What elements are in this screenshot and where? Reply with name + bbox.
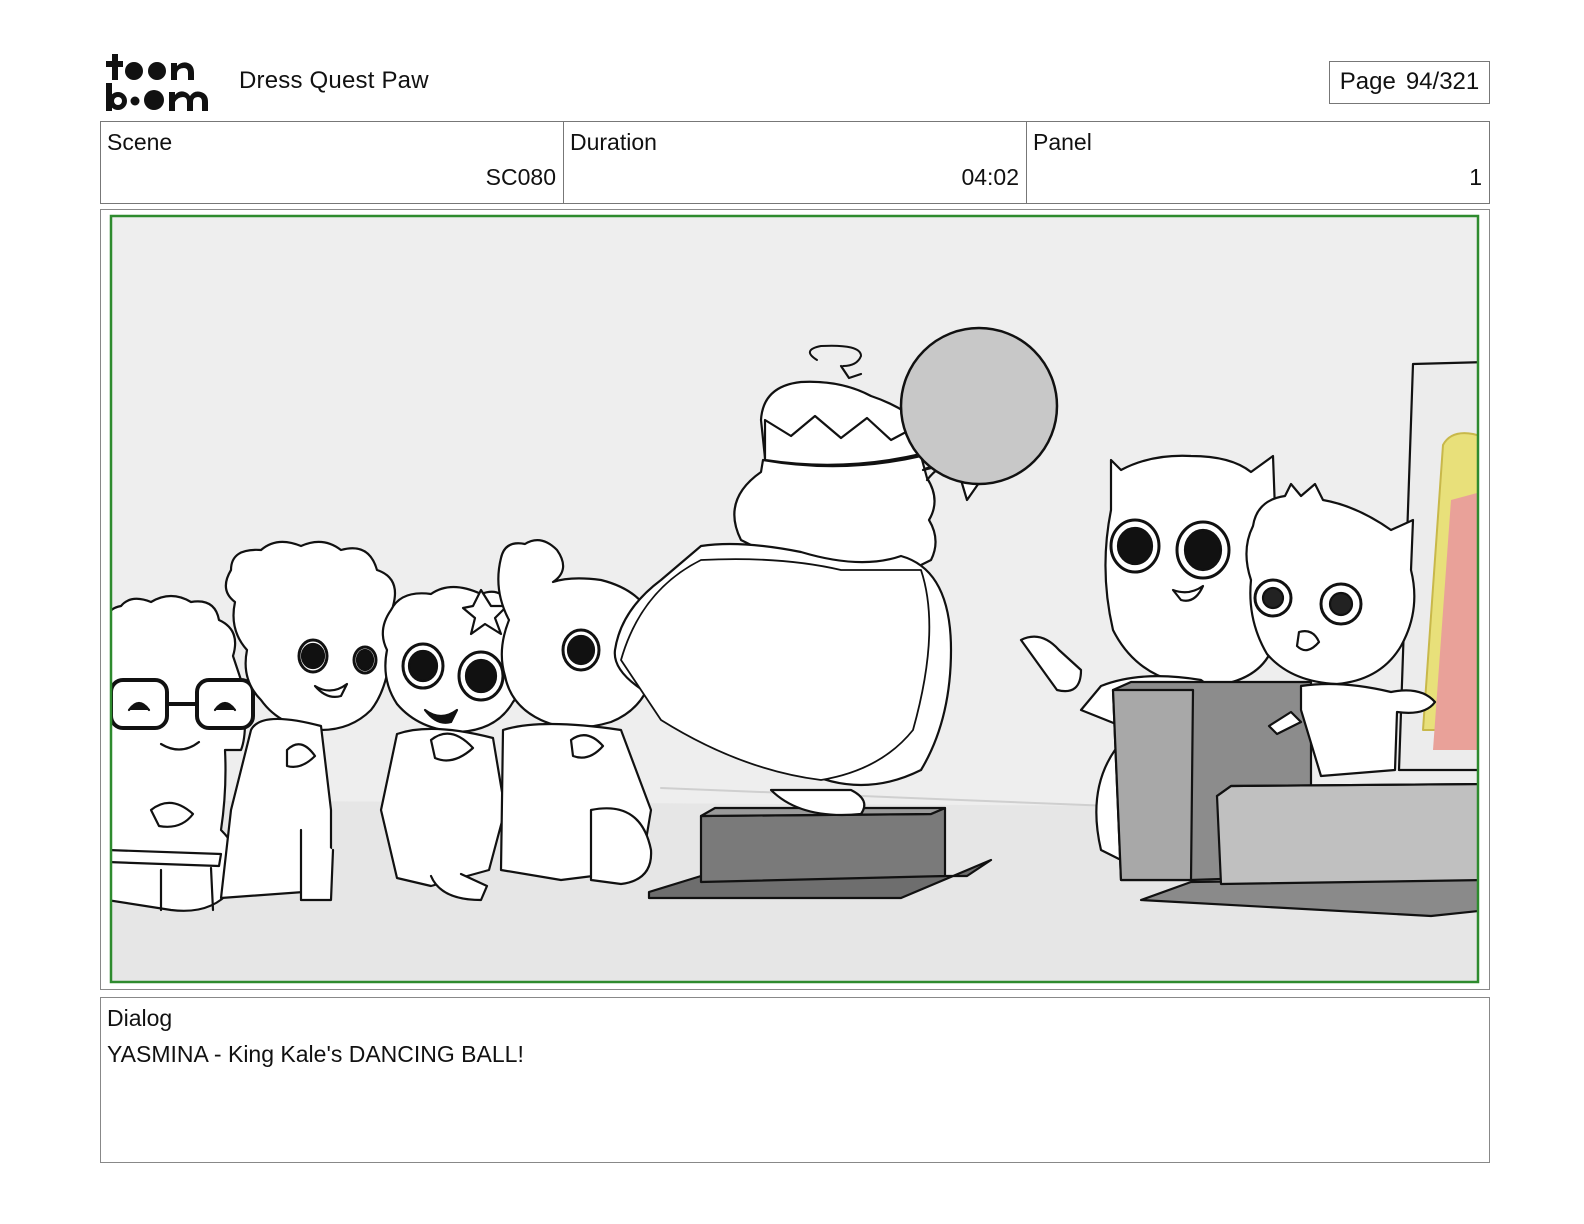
page-label: Page (1339, 68, 1396, 95)
panel-label: Panel (1033, 129, 1092, 155)
scene-label: Scene (107, 129, 173, 155)
scene-value: SC080 (485, 164, 556, 190)
scene-info-table: Scene SC080 Duration 04:02 Panel 1 (100, 121, 1490, 204)
ball (899, 326, 1059, 486)
panel-value: 1 (1469, 164, 1482, 190)
dialog-box: Dialog YASMINA - King Kale's DANCING BAL… (100, 997, 1490, 1163)
page-indicator: Page 94/321 (1329, 61, 1490, 104)
page-number: 94/321 (1405, 68, 1480, 95)
dialog-label: Dialog (107, 1005, 173, 1031)
dialog-text: YASMINA - King Kale's DANCING BALL! (107, 1041, 524, 1067)
duration-value: 04:02 (961, 164, 1019, 190)
scene-cell: Scene SC080 (101, 122, 564, 203)
duration-cell: Duration 04:02 (564, 122, 1027, 203)
panel-cell: Panel 1 (1027, 122, 1489, 203)
toon-boom-logo (106, 54, 208, 111)
duration-label: Duration (570, 129, 657, 155)
project-title: Dress Quest Paw (239, 67, 429, 94)
storyboard-panel (100, 209, 1490, 990)
panel-drawing (109, 214, 1480, 984)
